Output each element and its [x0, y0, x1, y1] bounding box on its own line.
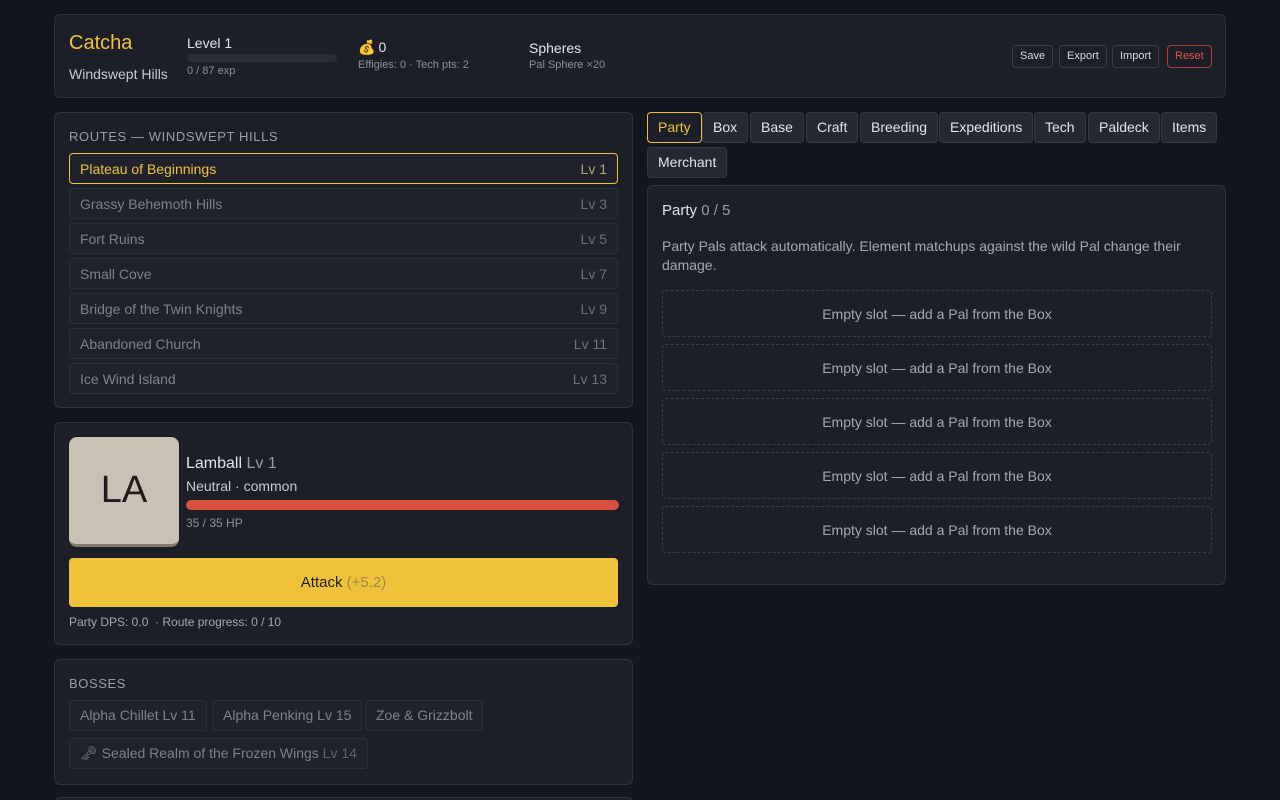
route-item[interactable]: Fort Ruins Lv 5 — [69, 223, 618, 254]
attack-label: Attack — [300, 574, 343, 591]
spheres-label: Spheres — [529, 40, 582, 56]
wild-pal-name: Lamball Lv 1 — [186, 455, 277, 473]
route-level: Lv 9 — [580, 301, 607, 317]
sealed-realm-name: Sealed Realm of the Frozen Wings — [101, 745, 319, 761]
pal-type: Neutral · common — [186, 478, 298, 494]
tab-items[interactable]: Items — [1161, 112, 1218, 143]
tab-paldeck[interactable]: Paldeck — [1088, 112, 1160, 143]
party-slot[interactable]: Empty slot — add a Pal from the Box — [662, 506, 1212, 553]
route-name: Abandoned Church — [80, 336, 201, 352]
status-header: Catcha Windswept Hills Level 1 0 / 87 ex… — [54, 14, 1226, 98]
pal-level: Lv 1 — [246, 455, 277, 472]
party-slot[interactable]: Empty slot — add a Pal from the Box — [662, 344, 1212, 391]
route-level: Lv 7 — [580, 266, 607, 282]
route-level: Lv 3 — [580, 196, 607, 212]
hp-bar — [186, 500, 619, 510]
route-level: Lv 13 — [572, 371, 607, 387]
player-level: Level 1 — [187, 35, 233, 51]
bosses-title: Bosses — [69, 676, 127, 691]
party-title-text: Party — [662, 202, 698, 219]
game-title: Catcha — [69, 32, 133, 54]
battle-stats: Party DPS: 0.0 · Route progress: 0 / 10 — [69, 615, 282, 629]
boss-button[interactable]: Zoe & Grizzbolt — [365, 700, 484, 731]
route-name: Bridge of the Twin Knights — [80, 301, 243, 317]
party-slot[interactable]: Empty slot — add a Pal from the Box — [662, 398, 1212, 445]
route-level: Lv 1 — [580, 161, 607, 177]
key-icon: 🗝 — [80, 745, 98, 761]
route-level: Lv 11 — [573, 336, 607, 352]
party-panel: Party 0 / 5 Party Pals attack automatica… — [647, 185, 1226, 585]
tab-box[interactable]: Box — [702, 112, 749, 143]
import-button[interactable]: Import — [1112, 45, 1160, 68]
battle-panel: LA Lamball Lv 1 Neutral · common 35 / 35… — [54, 422, 633, 645]
party-description: Party Pals attack automatically. Element… — [662, 238, 1181, 273]
route-name: Ice Wind Island — [80, 371, 176, 387]
gold-display: 💰 0 — [358, 39, 386, 56]
party-count: 0 / 5 — [701, 202, 731, 219]
exp-bar — [187, 54, 337, 62]
route-item[interactable]: Abandoned Church Lv 11 — [69, 328, 618, 359]
tab-party[interactable]: Party — [647, 112, 702, 143]
sealed-realm-level: Lv 14 — [322, 745, 357, 761]
exp-text: 0 / 87 exp — [187, 65, 236, 77]
party-title: Party 0 / 5 — [662, 202, 730, 219]
attack-damage: (+5.2) — [346, 574, 387, 591]
route-item[interactable]: Plateau of Beginnings Lv 1 — [69, 153, 618, 184]
hp-bar-fill — [186, 500, 619, 510]
current-area: Windswept Hills — [69, 66, 168, 82]
route-item[interactable]: Small Cove Lv 7 — [69, 258, 618, 289]
tab-merchant[interactable]: Merchant — [647, 147, 728, 178]
sealed-realm-button[interactable]: 🗝 Sealed Realm of the Frozen Wings Lv 14 — [69, 738, 368, 769]
money-bag-icon: 💰 — [358, 39, 376, 55]
route-name: Fort Ruins — [80, 231, 145, 247]
hp-text: 35 / 35 HP — [186, 516, 243, 530]
party-slot[interactable]: Empty slot — add a Pal from the Box — [662, 452, 1212, 499]
route-name: Grassy Behemoth Hills — [80, 196, 223, 212]
save-button[interactable]: Save — [1012, 45, 1054, 68]
routes-panel: Routes — Windswept Hills Plateau of Begi… — [54, 112, 633, 408]
route-item[interactable]: Grassy Behemoth Hills Lv 3 — [69, 188, 618, 219]
tab-base[interactable]: Base — [750, 112, 804, 143]
route-level: Lv 5 — [580, 231, 607, 247]
tab-expeditions[interactable]: Expeditions — [939, 112, 1034, 143]
effigies-tech-text: Effigies: 0 · Tech pts: 2 — [358, 59, 469, 71]
export-button[interactable]: Export — [1059, 45, 1107, 68]
attack-button[interactable]: Attack (+5.2) — [69, 558, 618, 607]
reset-button[interactable]: Reset — [1167, 45, 1212, 68]
tab-breeding[interactable]: Breeding — [860, 112, 939, 143]
route-item[interactable]: Bridge of the Twin Knights Lv 9 — [69, 293, 618, 324]
tab-tech[interactable]: Tech — [1034, 112, 1086, 143]
pal-portrait: LA — [69, 437, 179, 547]
party-slot[interactable]: Empty slot — add a Pal from the Box — [662, 290, 1212, 337]
routes-title: Routes — Windswept Hills — [69, 129, 279, 144]
route-name: Plateau of Beginnings — [80, 161, 217, 177]
tab-craft[interactable]: Craft — [806, 112, 859, 143]
spheres-value: Pal Sphere ×20 — [529, 59, 606, 71]
bosses-panel: Bosses Alpha Chillet Lv 11 Alpha Penking… — [54, 659, 633, 785]
route-item[interactable]: Ice Wind Island Lv 13 — [69, 363, 618, 394]
boss-button[interactable]: Alpha Chillet Lv 11 — [69, 700, 207, 731]
gold-amount: 0 — [378, 39, 387, 55]
pal-name-text: Lamball — [186, 455, 243, 472]
route-name: Small Cove — [80, 266, 152, 282]
boss-button[interactable]: Alpha Penking Lv 15 — [212, 700, 363, 731]
